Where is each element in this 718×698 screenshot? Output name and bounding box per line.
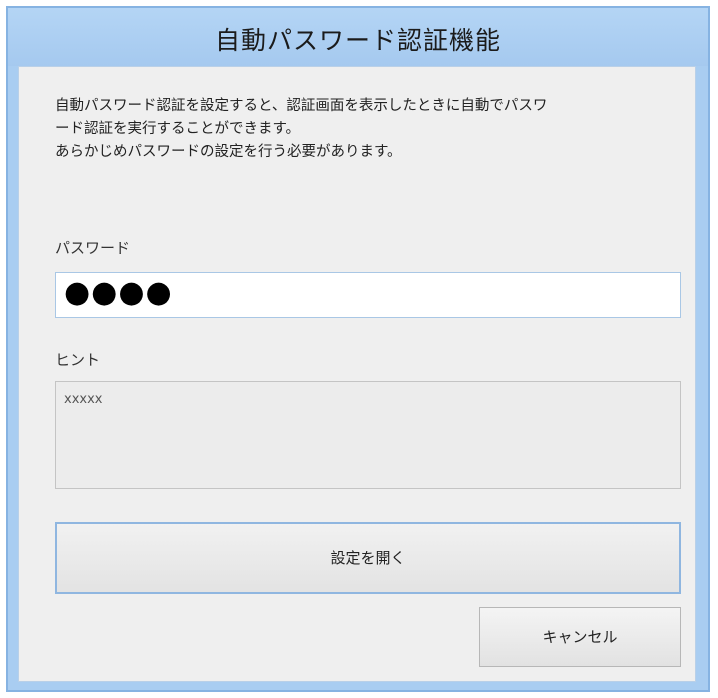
description-line-1: 自動パスワード認証を設定すると、認証画面を表示したときに自動でパスワ [55, 98, 548, 114]
description-line-3: あらかじめパスワードの設定を行う必要があります。 [55, 144, 402, 160]
description-text: 自動パスワード認証を設定すると、認証画面を表示したときに自動でパスワ ード認証を… [55, 95, 675, 164]
hint-label: ヒント [55, 351, 101, 369]
title-bar[interactable]: 自動パスワード認証機能 [8, 8, 708, 66]
cancel-button[interactable]: キャンセル [479, 607, 681, 667]
password-input[interactable]: ●●●● [55, 272, 681, 318]
hint-textarea[interactable]: xxxxx [55, 381, 681, 489]
description-line-2: ード認証を実行することができます。 [55, 121, 301, 137]
open-settings-button[interactable]: 設定を開く [55, 522, 681, 594]
password-label: パスワード [55, 239, 131, 257]
dialog-title: 自動パスワード認証機能 [214, 26, 501, 55]
dialog-window: 自動パスワード認証機能 自動パスワード認証を設定すると、認証画面を表示したときに… [6, 6, 710, 692]
dialog-body: 自動パスワード認証を設定すると、認証画面を表示したときに自動でパスワ ード認証を… [18, 66, 696, 682]
